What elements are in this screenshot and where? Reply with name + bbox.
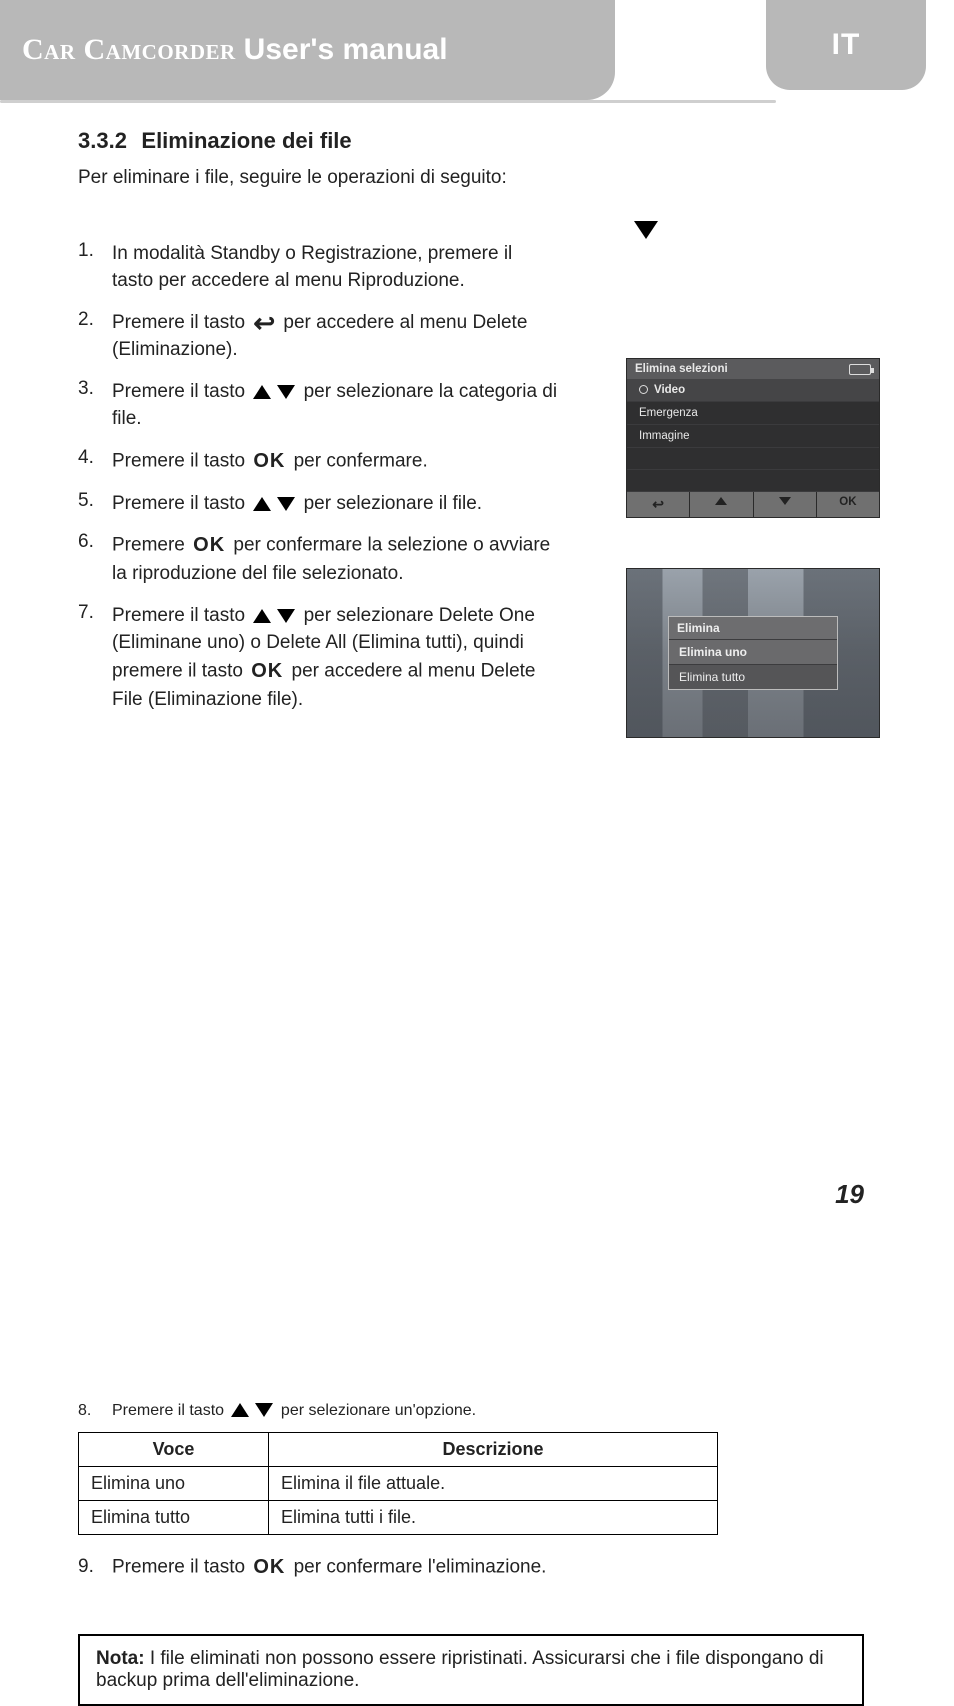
ok-icon: OK — [253, 447, 285, 476]
page-number: 19 — [835, 1179, 864, 1210]
triangle-up-icon — [253, 497, 271, 511]
screenshot1-row: Immagine — [627, 425, 879, 448]
screenshot1-title: Elimina selezioni — [635, 363, 728, 375]
battery-icon — [849, 364, 871, 375]
screenshot1-row: Video — [627, 379, 879, 402]
table-row: Elimina tuttoElimina tutti i file. — [79, 1500, 718, 1534]
screenshot1-row: Emergenza — [627, 402, 879, 425]
ok-icon: OK — [193, 531, 225, 560]
title-bar: Car Camcorder User's manual — [0, 0, 615, 100]
note-box: Nota: I file eliminati non possono esser… — [78, 1634, 864, 1706]
after-table-pre: Premere il tasto — [112, 1556, 250, 1577]
step-number: 3. — [78, 378, 112, 400]
ok-icon: OK — [253, 1553, 285, 1582]
return-icon: ↩ — [627, 492, 690, 517]
table-header: Descrizione — [269, 1432, 718, 1466]
after-table-post: per confermare l'eliminazione. — [288, 1556, 546, 1577]
popup-row: Elimina tutto — [669, 664, 837, 689]
popup-row: Elimina uno — [669, 639, 837, 664]
table-row: Elimina unoElimina il file attuale. — [79, 1466, 718, 1500]
step-text: Premere il tasto ↩ per accedere al menu … — [112, 309, 558, 364]
popup-title: Elimina — [669, 617, 837, 639]
triangle-down-icon — [634, 221, 658, 239]
screenshot1-row — [627, 448, 879, 470]
triangle-down-icon — [754, 492, 817, 517]
step-number: 1. — [78, 240, 112, 262]
triangle-up-icon — [253, 385, 271, 399]
title-light: User's manual — [244, 33, 448, 67]
device-screenshot-1: Elimina selezioni Video Emergenza Immagi… — [626, 358, 880, 518]
triangle-down-icon — [255, 1403, 273, 1417]
step-number: 2. — [78, 309, 112, 331]
triangle-down-icon — [277, 497, 295, 511]
screenshot1-row — [627, 470, 879, 492]
step-number: 4. — [78, 447, 112, 469]
intro-text: Per eliminare i file, seguire le operazi… — [78, 164, 870, 192]
title-strong: Car Camcorder — [22, 33, 236, 67]
delete-popup: Elimina Elimina uno Elimina tutto — [668, 616, 838, 690]
return-icon: ↩ — [253, 314, 275, 332]
triangle-down-icon — [277, 609, 295, 623]
step-number: 7. — [78, 602, 112, 624]
triangle-up-icon — [690, 492, 753, 517]
table-intro-pre: Premere il tasto — [112, 1402, 228, 1419]
section-number: 3.3.2 — [78, 128, 127, 153]
ok-label: OK — [817, 492, 879, 517]
ok-icon: OK — [251, 657, 283, 686]
step-text: Premere il tasto per selezionare la cate… — [112, 378, 558, 433]
language-tab: IT — [766, 0, 926, 90]
step-number: 5. — [78, 490, 112, 512]
header-divider — [0, 100, 776, 103]
note-label: Nota: — [96, 1648, 145, 1669]
table-intro-post: per selezionare un'opzione. — [276, 1402, 476, 1419]
screenshot1-footer: ↩ OK — [627, 492, 879, 517]
step-text: In modalità Standby o Registrazione, pre… — [112, 240, 558, 295]
options-table: VoceDescrizione Elimina unoElimina il fi… — [78, 1432, 718, 1535]
note-text: I file eliminati non possono essere ripr… — [96, 1648, 824, 1691]
section-title: Eliminazione dei file — [141, 128, 351, 153]
step-number: 6. — [78, 531, 112, 553]
step-text: Premere il tasto per selezionare Delete … — [112, 602, 558, 714]
triangle-down-icon — [277, 385, 295, 399]
step-text: Premere il tasto per selezionare il file… — [112, 490, 558, 518]
page-header: Car Camcorder User's manual IT — [0, 0, 954, 100]
triangle-up-icon — [231, 1403, 249, 1417]
device-screenshot-2: Elimina Elimina uno Elimina tutto — [626, 568, 880, 738]
triangle-up-icon — [253, 609, 271, 623]
section-heading: 3.3.2 Eliminazione dei file — [78, 128, 870, 154]
table-section: 8.Premere il tasto per selezionare un'op… — [78, 1402, 870, 1706]
step-text: Premere OK per confermare la selezione o… — [112, 531, 558, 588]
table-header: Voce — [79, 1432, 269, 1466]
step-text: Premere il tasto OK per confermare. — [112, 447, 558, 476]
